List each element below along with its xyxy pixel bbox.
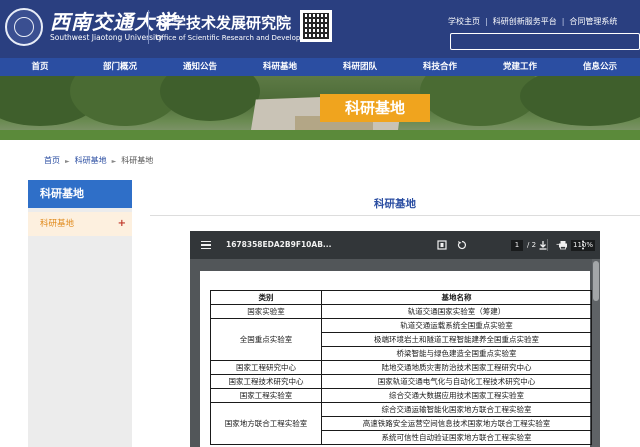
content-title: 科研基地: [374, 198, 416, 210]
menu-icon[interactable]: [201, 241, 211, 249]
breadcrumb-current: 科研基地: [121, 156, 154, 165]
research-base-table: 类别 基地名称 国家实验室 轨道交通国家实验室（筹建） 全国重点实验室 轨道交通…: [210, 290, 592, 445]
pdf-scroll-thumb[interactable]: [593, 261, 599, 301]
table-cell-category: 国家地方联合工程实验室: [210, 402, 322, 445]
table-cell-name: 国家轨道交通电气化与自动化工程技术研究中心: [321, 374, 592, 389]
expand-plus-icon[interactable]: +: [118, 212, 126, 236]
table-cell-category: 国家工程研究中心: [210, 360, 322, 375]
fit-page-icon[interactable]: [437, 240, 447, 250]
download-icon[interactable]: [538, 240, 548, 250]
qr-code-icon: [300, 10, 332, 42]
top-link-contract-system[interactable]: 合同管理系统: [569, 16, 617, 27]
table-cell-category: 国家工程技术研究中心: [210, 374, 322, 389]
nav-item-research-teams[interactable]: 科研团队: [320, 58, 400, 76]
table-row: 国家实验室 轨道交通国家实验室（筹建）: [210, 304, 592, 319]
top-link-separator: |: [561, 17, 565, 26]
table-cell-name: 轨道交通运载系统全国重点实验室: [321, 318, 592, 333]
nav-item-research-bases[interactable]: 科研基地: [240, 58, 320, 76]
breadcrumb-home[interactable]: 首页: [44, 156, 60, 165]
breadcrumb: 首页 ► 科研基地 ► 科研基地: [44, 155, 153, 166]
university-name-en: Southwest Jiaotong University: [50, 33, 163, 42]
page-number-input[interactable]: 1: [511, 240, 523, 251]
nav-item-notices[interactable]: 通知公告: [160, 58, 240, 76]
table-row: 国家工程研究中心 陆地交通地质灾害防治技术国家工程研究中心: [210, 360, 592, 375]
table-cell-name: 轨道交通国家实验室（筹建）: [321, 304, 592, 319]
breadcrumb-research-bases[interactable]: 科研基地: [75, 156, 107, 165]
table-cell-name: 极端环境岩土和隧道工程智能建养全国重点实验室: [321, 332, 592, 347]
title-divider: [150, 215, 640, 216]
breadcrumb-arrow-icon: ►: [65, 158, 70, 165]
breadcrumb-arrow-icon: ►: [111, 158, 117, 165]
banner-image: 科研基地: [0, 76, 640, 140]
table-cell-name: 系统可信性自动验证国家地方联合工程实验室: [321, 430, 592, 445]
office-name-cn[interactable]: 科学技术发展研究院: [156, 12, 291, 33]
page: 西南交通大学 Southwest Jiaotong University 科学技…: [0, 0, 640, 447]
table-cell-name: 综合交通运输智能化国家地方联合工程实验室: [321, 402, 592, 417]
sidebar-item-research-bases[interactable]: 科研基地 +: [28, 212, 132, 236]
table-cell-category: 国家实验室: [210, 304, 322, 319]
table-row: 国家地方联合工程实验室 综合交通运输智能化国家地方联合工程实验室: [210, 402, 592, 445]
rotate-icon[interactable]: [457, 240, 467, 250]
table-row: 国家工程技术研究中心 国家轨道交通电气化与自动化工程技术研究中心: [210, 374, 592, 389]
top-link-school-home[interactable]: 学校主页: [448, 16, 480, 27]
print-icon[interactable]: [558, 240, 568, 250]
search-input[interactable]: [450, 33, 640, 50]
header-divider: [148, 10, 149, 44]
banner-label: 科研基地: [320, 94, 430, 122]
top-links: 学校主页 | 科研创新服务平台 | 合同管理系统: [448, 16, 617, 27]
more-icon[interactable]: [580, 240, 586, 250]
table-cell-name: 桥梁智能与绿色建造全国重点实验室: [321, 346, 592, 361]
table-row: 国家工程实验室 综合交通大数据应用技术国家工程实验室: [210, 388, 592, 403]
table-cell-name: 陆地交通地质灾害防治技术国家工程研究中心: [321, 360, 592, 375]
nav-item-home[interactable]: 首页: [0, 58, 80, 76]
pdf-viewer: 1678358EDA2B9F10AB... 1 / 2 — 110% + 类别 …: [190, 231, 600, 447]
nav-item-party-building[interactable]: 党建工作: [480, 58, 560, 76]
office-name-en: Office of Scientific Research and Develo…: [156, 34, 319, 42]
nav-item-disclosure[interactable]: 信息公示: [560, 58, 640, 76]
pdf-page: 类别 基地名称 国家实验室 轨道交通国家实验室（筹建） 全国重点实验室 轨道交通…: [200, 271, 592, 447]
table-cell-name: 综合交通大数据应用技术国家工程实验室: [321, 388, 592, 403]
table-header-category: 类别: [210, 290, 322, 305]
top-link-research-platform[interactable]: 科研创新服务平台: [493, 16, 557, 27]
table-header-name: 基地名称: [321, 290, 592, 305]
table-cell-name: 高速铁路安全运营空间信息技术国家地方联合工程实验室: [321, 416, 592, 431]
sidebar-item-label: 科研基地: [40, 219, 75, 229]
table-row: 全国重点实验室 轨道交通运载系统全国重点实验室: [210, 318, 592, 361]
nav-item-overview[interactable]: 部门概况: [80, 58, 160, 76]
main-nav: 首页 部门概况 通知公告 科研基地 科研团队 科技合作 党建工作 信息公示: [0, 58, 640, 76]
table-cell-category: 国家工程实验室: [210, 388, 322, 403]
top-link-separator: |: [485, 17, 488, 26]
table-header-row: 类别 基地名称: [210, 290, 592, 305]
site-header: 西南交通大学 Southwest Jiaotong University 科学技…: [0, 0, 640, 58]
nav-item-cooperation[interactable]: 科技合作: [400, 58, 480, 76]
university-logo-icon[interactable]: [5, 8, 43, 46]
table-cell-category: 全国重点实验室: [210, 318, 322, 361]
pdf-file-name: 1678358EDA2B9F10AB...: [226, 240, 332, 249]
sidebar-heading: 科研基地: [28, 180, 132, 208]
page-total: / 2: [527, 241, 537, 249]
